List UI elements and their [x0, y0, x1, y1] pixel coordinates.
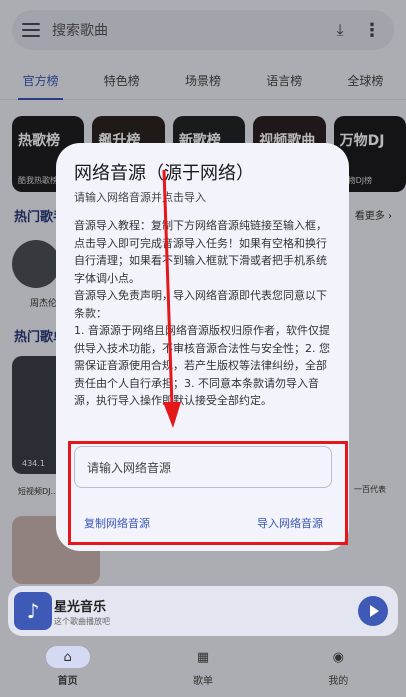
nav-label: 我的 [328, 676, 349, 687]
nav-label: 歌单 [192, 676, 213, 687]
nav-profile[interactable]: ◉ 我的 [271, 646, 406, 697]
player-title: 星光音乐 [54, 600, 107, 615]
nav-playlists[interactable]: ▦ 歌单 [135, 646, 270, 697]
mini-player[interactable]: ♪ 星光音乐 这个歌曲播放吧 [8, 586, 398, 636]
nav-home[interactable]: ⌂ 首页 [0, 646, 135, 697]
player-subtitle: 这个歌曲播放吧 [54, 617, 110, 626]
home-icon: ⌂ [45, 646, 90, 668]
nav-label: 首页 [57, 676, 78, 687]
play-button[interactable] [358, 596, 388, 626]
music-note-icon: ♪ [14, 592, 52, 630]
profile-icon: ◉ [332, 649, 344, 665]
bottom-nav: ⌂ 首页 ▦ 歌单 ◉ 我的 [0, 646, 406, 697]
grid-icon: ▦ [196, 649, 210, 665]
